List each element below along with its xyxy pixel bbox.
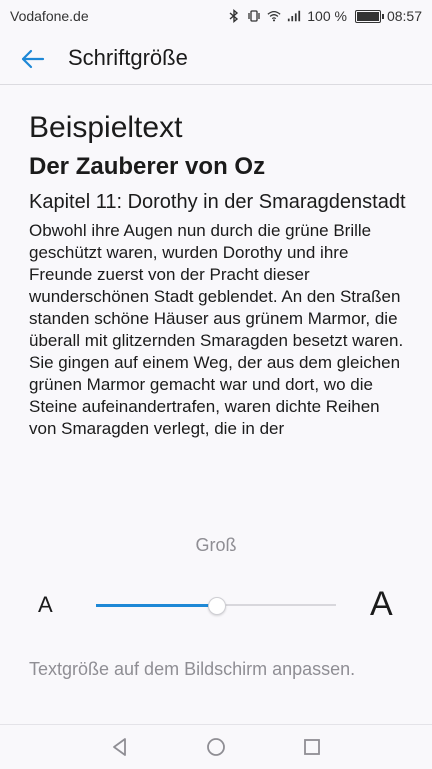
font-size-description: Textgröße auf dem Bildschirm anpassen. <box>29 659 356 679</box>
carrier-name: Vodafone.de <box>10 8 89 24</box>
sample-text-preview: Beispieltext Der Zauberer von Oz Kapitel… <box>29 108 409 501</box>
status-icons: 100 % 08:57 <box>227 8 422 24</box>
large-font-glyph[interactable]: A <box>370 585 393 624</box>
wifi-icon <box>267 11 281 22</box>
back-triangle-icon[interactable] <box>108 735 132 759</box>
status-bar: Vodafone.de 100 % 08:57 <box>0 0 432 34</box>
battery-percent: 100 % <box>307 8 347 24</box>
app-bar: Schriftgröße <box>0 34 432 85</box>
battery-icon <box>354 9 384 23</box>
bluetooth-icon <box>229 9 239 23</box>
home-circle-icon[interactable] <box>204 735 228 759</box>
slider-track-fill <box>96 604 216 607</box>
preview-book-title: Der Zauberer von Oz <box>29 153 266 180</box>
vibrate-icon <box>248 10 260 22</box>
preview-heading: Beispieltext <box>29 111 183 144</box>
clock: 08:57 <box>386 8 422 24</box>
page-title: Schriftgröße <box>68 45 188 70</box>
slider-thumb[interactable] <box>208 597 226 615</box>
signal-icon <box>288 10 301 22</box>
recents-square-icon[interactable] <box>300 735 324 759</box>
small-font-glyph[interactable]: A <box>38 592 53 618</box>
font-size-label: Groß <box>195 535 237 555</box>
arrow-back-icon[interactable] <box>18 44 48 74</box>
navigation-bar <box>0 724 432 769</box>
preview-chapter: Kapitel 11: Dorothy in der Smaragdenstad… <box>29 191 406 213</box>
preview-body: Obwohl ihre Augen nun durch die grüne Br… <box>29 221 404 438</box>
font-size-slider[interactable] <box>96 596 336 616</box>
